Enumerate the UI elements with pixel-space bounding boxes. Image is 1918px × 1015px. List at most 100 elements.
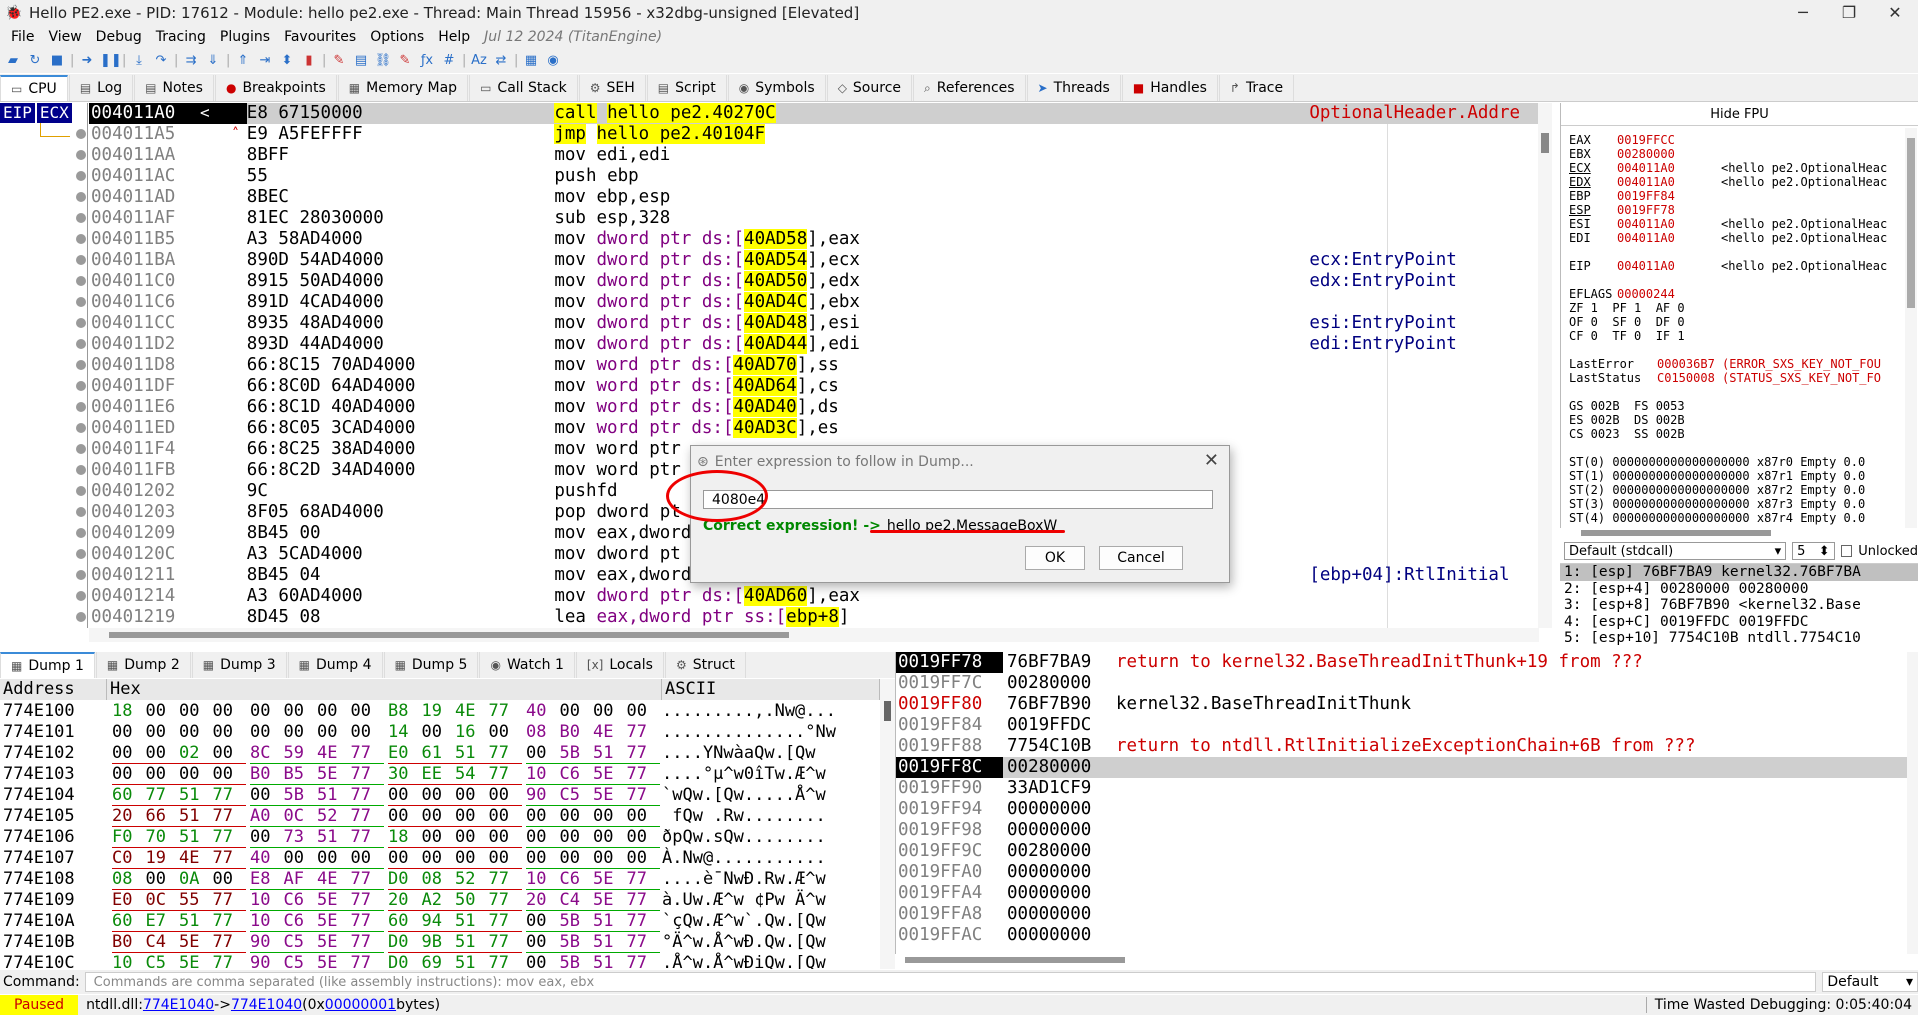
tab-locals[interactable]: [x] Locals [575,652,664,678]
tab-dump-5[interactable]: ▦ Dump 5 [383,652,479,678]
register-line[interactable]: EDX 004011A0 <hello pe2.OptionalHeac [1569,175,1887,189]
open-icon[interactable]: ▰ [4,52,22,70]
register-line[interactable]: EIP 004011A0 <hello pe2.OptionalHeac [1569,259,1887,273]
breakpoint-dot[interactable] [76,360,86,370]
disasm-row[interactable]: 00401219 8D45 08 lea eax,dword ptr ss:[ebp… [89,607,1539,628]
dump-row[interactable]: 774E109 E0 0C 55 77 10 C6 5E 77 20 A2 50 77 20 C4 5E 77 à… [0,890,880,911]
pause-icon[interactable]: ❚❚ [100,52,122,70]
register-line[interactable]: LastError 000036B7 (ERROR_SXS_KEY_NOT_FOU [1569,357,1881,371]
minimize-button[interactable]: ─ [1780,3,1826,22]
tab-memory-map[interactable]: ▦ Memory Map [337,75,469,101]
breakpoint-dot[interactable] [76,150,86,160]
breakpoint-dot[interactable] [76,255,86,265]
breakpoint-dot[interactable] [76,339,86,349]
menu-plugins[interactable]: Plugins [213,29,277,45]
tab-seh[interactable]: ⚙ SEH [578,75,646,101]
dump-ascii-header[interactable]: ASCII [662,679,880,700]
disasm-row[interactable]: 004011AD 8BEC mov ebp,esp [89,187,1539,208]
dump-hex-header[interactable]: Hex [107,679,662,700]
register-line[interactable]: EFLAGS 00000244 [1569,287,1675,301]
dump-row[interactable]: 774E102 00 00 02 00 8C 59 4E 77 E0 61 51 77 00 5B 51 77.… [0,743,880,764]
disasm-row[interactable]: 004011BA 890D 54AD4000 mov dword ptr ds:[4… [89,250,1539,271]
tab-struct[interactable]: ⚙ Struct [664,652,746,678]
breakpoint-dot[interactable] [76,171,86,181]
disasm-row[interactable]: 004011C0 8915 50AD4000 mov dword ptr ds:[4… [89,271,1539,292]
tab-call-stack[interactable]: ▭ Call Stack [469,75,578,101]
disasm-row[interactable]: 004011C6 891D 4CAD4000 mov dword ptr ds:[4… [89,292,1539,313]
stack-row[interactable]: 0019FF90 33AD1CF9 [896,778,1918,799]
tab-dump-4[interactable]: ▦ Dump 4 [287,652,383,678]
tab-symbols[interactable]: ◉ Symbols [727,75,826,101]
stack-scrollbar[interactable] [1907,652,1918,954]
breakpoint-dot[interactable] [76,234,86,244]
menu-help[interactable]: Help [431,29,477,45]
hide-fpu-button[interactable]: Hide FPU [1561,103,1918,126]
disasm-row[interactable]: 00401214 A3 60AD4000 mov dword ptr ds:[40A… [89,586,1539,607]
tab-dump-1[interactable]: ▦ Dump 1 [0,652,95,678]
tab-breakpoints[interactable]: ● Breakpoints [214,75,337,101]
stack-horizontal-scrollbar[interactable] [895,954,1918,966]
register-line[interactable]: CS 0023 SS 002B [1569,427,1685,441]
stack-row[interactable]: 0019FFAC 00000000 [896,925,1918,946]
register-line[interactable]: OF 0 SF 0 DF 0 [1569,315,1685,329]
globe-icon[interactable]: ◉ [544,52,562,70]
calls-icon[interactable]: ⇄ [492,52,510,70]
register-line[interactable]: ES 002B DS 002B [1569,413,1685,427]
register-line[interactable]: LastStatus C0150008 (STATUS_SXS_KEY_NOT_F… [1569,371,1881,385]
register-line[interactable]: ST(1) 0000000000000000000 x87r1 Empty 0.… [1569,469,1865,483]
expression-input[interactable]: 4080e4 [703,490,1213,509]
menu-file[interactable]: File [4,29,41,45]
scylla-icon[interactable]: ✎ [330,52,348,70]
breakpoint-dot[interactable] [76,528,86,538]
breakpoint-dot[interactable] [76,612,86,622]
breakpoint-dot[interactable] [76,276,86,286]
tab-threads[interactable]: ➤ Threads [1026,75,1121,101]
register-line[interactable]: ESP 0019FF78 [1569,203,1721,217]
breakpoint-dot[interactable] [76,381,86,391]
tab-references[interactable]: ⌕ References [913,75,1026,101]
disasm-row[interactable]: 004011D2 893D 44AD4000 mov dword ptr ds:[4… [89,334,1539,355]
dump-address-header[interactable]: Address [0,679,107,700]
disasm-row[interactable]: 004011A0 E8 67150000 call hello pe2.40270C… [89,103,1539,124]
register-line[interactable]: EBP 0019FF84 [1569,189,1721,203]
registers-scrollbar[interactable] [1905,128,1917,528]
function-icon[interactable]: ƒx [418,52,436,70]
argument-item[interactable]: 5: [esp+10] 7754C10B ntdll.7754C10 [1560,630,1918,647]
register-line[interactable]: ST(0) 0000000000000000000 x87r0 Empty 0.… [1569,455,1865,469]
breakpoint-dot[interactable] [76,129,86,139]
breakpoint-dot[interactable] [76,318,86,328]
disasm-row[interactable]: 004011CC 8935 48AD4000 mov dword ptr ds:[4… [89,313,1539,334]
close-window-button[interactable]: ✕ [1872,3,1918,22]
menu-debug[interactable]: Debug [89,29,149,45]
ok-button[interactable]: OK [1025,546,1085,570]
disasm-row[interactable]: 004011ED 66:8C05 3CAD4000 mov word ptr ds:… [89,418,1539,439]
hash-icon[interactable]: # [440,52,458,70]
tab-watch-1[interactable]: ◉ Watch 1 [479,652,575,678]
dump-row[interactable]: 774E10B B0 C4 5E 77 90 C5 5E 77 D0 9B 51 77 00 5B 51 77 °… [0,932,880,953]
stack-row[interactable]: 0019FF98 00000000 [896,820,1918,841]
dump-row[interactable]: 774E106 F0 70 51 77 00 73 51 77 18 00 00 00 00 00 00 00 ð… [0,827,880,848]
tab-trace[interactable]: ↱ Trace [1218,75,1295,101]
argument-item[interactable]: 4: [esp+C] 0019FFDC 0019FFDC [1560,614,1918,631]
dump-row[interactable]: 774E104 60 77 51 77 00 5B 51 77 00 00 00 00 90 C5 5E 77 `… [0,785,880,806]
dump-row[interactable]: 774E107 C0 19 4E 77 40 00 00 00 00 00 00 00 00 00 00 00 À… [0,848,880,869]
register-line[interactable]: ZF 1 PF 1 AF 0 [1569,301,1685,315]
tab-dump-2[interactable]: ▦ Dump 2 [95,652,191,678]
arg-count-spinner[interactable]: 5 ⬍ [1792,542,1835,560]
stack-row[interactable]: 0019FF8C 00280000 [896,757,1918,778]
dump-scrollbar[interactable] [880,679,895,969]
argument-item[interactable]: 2: [esp+4] 00280000 00280000 [1560,581,1918,598]
menu-view[interactable]: View [41,29,88,45]
register-line[interactable]: GS 002B FS 0053 [1569,399,1685,413]
bookmark-icon[interactable]: ✎ [396,52,414,70]
calling-convention-select[interactable]: Default (stdcall) ▾ [1564,542,1787,560]
strings-icon[interactable]: Az [470,52,488,70]
register-line[interactable]: EAX 0019FFCC [1569,133,1721,147]
arguments-list[interactable]: 1: [esp] 76BF7BA9 kernel32.76BF7BA 2: [es… [1560,563,1918,647]
tab-handles[interactable]: ■ Handles [1121,75,1218,101]
stack-row[interactable]: 0019FFA4 00000000 [896,883,1918,904]
trace-into-icon[interactable]: ⇉ [182,52,200,70]
disasm-horizontal-scrollbar[interactable] [89,628,1539,642]
breakpoint-icon[interactable]: ▮ [300,52,318,70]
maximize-button[interactable]: ❐ [1826,3,1872,22]
